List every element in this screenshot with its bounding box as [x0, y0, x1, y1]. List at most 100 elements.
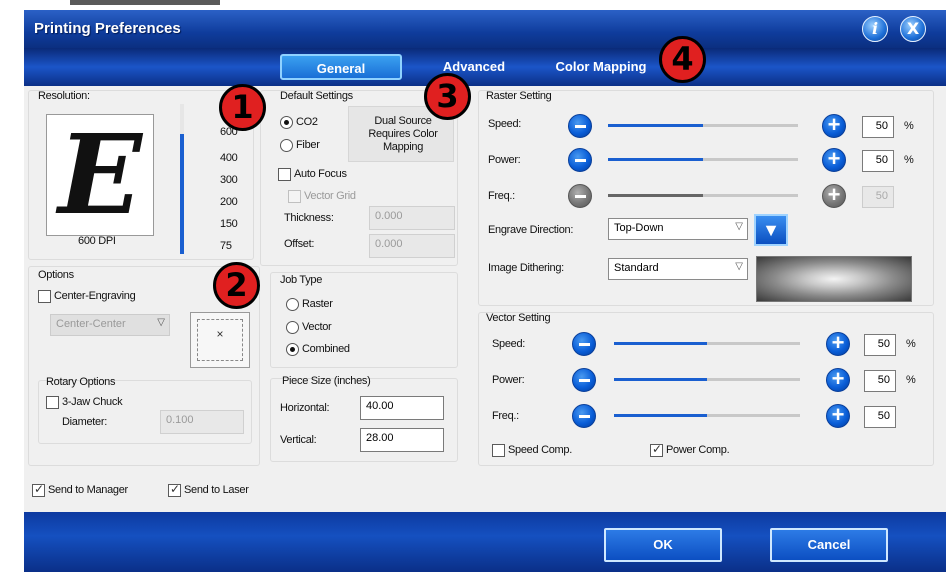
vector-freq-plus-icon[interactable] — [826, 402, 850, 428]
vector-power-plus-icon[interactable] — [826, 366, 850, 392]
piece-size-label: Piece Size (inches) — [282, 375, 371, 387]
diameter-label: Diameter: — [62, 416, 107, 428]
raster-freq-slider[interactable] — [608, 194, 798, 197]
horizontal-input[interactable]: 40.00 — [360, 396, 444, 420]
vector-power-minus-icon[interactable] — [572, 368, 596, 392]
raster-speed-slider[interactable] — [608, 124, 798, 127]
three-jaw-chuck-label: 3-Jaw Chuck — [62, 396, 123, 408]
diameter-input[interactable]: 0.100 — [160, 410, 244, 434]
image-dithering-value: Standard — [614, 262, 659, 274]
three-jaw-chuck-checkbox[interactable] — [46, 396, 59, 409]
close-icon[interactable]: X — [900, 16, 926, 42]
vector-freq-value[interactable]: 50 — [864, 406, 896, 428]
raster-speed-percent: % — [904, 120, 914, 132]
offset-label: Offset: — [284, 238, 315, 250]
resolution-preview: E — [46, 114, 154, 236]
resolution-scale: 600 400 300 200 150 75 — [202, 108, 238, 252]
raster-freq-minus-icon[interactable] — [568, 184, 592, 208]
raster-freq-label: Freq.: — [488, 190, 515, 202]
center-position-select[interactable]: Center-Center ▽ — [50, 314, 170, 336]
image-dithering-select[interactable]: Standard ▽ — [608, 258, 748, 280]
vertical-input[interactable]: 28.00 — [360, 428, 444, 452]
arrow-down-icon[interactable]: ▼ — [754, 214, 788, 246]
printing-preferences-window: Printing Preferences i X General Advance… — [0, 0, 946, 572]
send-to-laser-label: Send to Laser — [184, 484, 249, 496]
vector-setting-label: Vector Setting — [486, 312, 551, 324]
ok-button[interactable]: OK — [604, 528, 722, 562]
scale-150: 150 — [220, 218, 238, 230]
default-settings-label: Default Settings — [280, 90, 353, 102]
engrave-direction-select[interactable]: Top-Down ▽ — [608, 218, 748, 240]
center-engraving-checkbox[interactable] — [38, 290, 51, 303]
auto-focus-checkbox[interactable] — [278, 168, 291, 181]
co2-radio[interactable] — [280, 116, 293, 129]
raster-power-slider[interactable] — [608, 158, 798, 161]
vector-speed-label: Speed: — [492, 338, 526, 350]
raster-power-value[interactable]: 50 — [862, 150, 894, 172]
raster-freq-value[interactable]: 50 — [862, 186, 894, 208]
resolution-slider[interactable] — [180, 104, 184, 254]
vector-freq-slider[interactable] — [614, 414, 800, 417]
vector-power-percent: % — [906, 374, 916, 386]
dpi-label: 600 DPI — [78, 235, 116, 247]
button-bar: OK Cancel — [24, 512, 946, 572]
co2-label: CO2 — [296, 116, 318, 128]
raster-speed-minus-icon[interactable] — [568, 114, 592, 138]
callout-1: 1 — [219, 84, 266, 131]
center-select-value: Center-Center — [56, 318, 126, 330]
callout-3: 3 — [424, 73, 471, 120]
scale-75: 75 — [220, 240, 232, 252]
vector-power-value[interactable]: 50 — [864, 370, 896, 392]
vector-speed-plus-icon[interactable] — [826, 330, 850, 356]
fiber-radio[interactable] — [280, 139, 293, 152]
send-to-laser-checkbox[interactable] — [168, 482, 181, 497]
rotary-options-label: Rotary Options — [46, 376, 116, 388]
engrave-direction-label: Engrave Direction: — [488, 224, 574, 236]
scale-300: 300 — [220, 174, 238, 186]
raster-power-minus-icon[interactable] — [568, 148, 592, 172]
speed-comp-checkbox[interactable] — [492, 444, 505, 457]
fiber-label: Fiber — [296, 139, 320, 151]
raster-speed-plus-icon[interactable] — [822, 112, 846, 138]
vector-speed-slider[interactable] — [614, 342, 800, 345]
vector-freq-minus-icon[interactable] — [572, 404, 596, 428]
dithering-preview — [756, 256, 912, 302]
power-comp-checkbox[interactable] — [650, 442, 663, 457]
raster-freq-plus-icon[interactable] — [822, 182, 846, 208]
vector-speed-minus-icon[interactable] — [572, 332, 596, 356]
vector-grid-label: Vector Grid — [304, 190, 356, 202]
vector-power-slider[interactable] — [614, 378, 800, 381]
raster-power-label: Power: — [488, 154, 521, 166]
scale-200: 200 — [220, 196, 238, 208]
send-to-manager-checkbox[interactable] — [32, 482, 45, 497]
offset-input[interactable]: 0.000 — [369, 234, 455, 258]
raster-radio[interactable] — [286, 298, 299, 311]
horizontal-label: Horizontal: — [280, 402, 330, 414]
chevron-down-icon: ▽ — [735, 261, 743, 272]
tab-color-mapping[interactable]: Color Mapping — [546, 54, 656, 80]
job-type-group — [270, 272, 458, 368]
raster-power-plus-icon[interactable] — [822, 146, 846, 172]
preview-letter: E — [58, 110, 142, 239]
vector-radio[interactable] — [286, 321, 299, 334]
tab-bar: General Advanced Color Mapping — [24, 48, 946, 86]
tab-general[interactable]: General — [280, 54, 402, 80]
vector-speed-value[interactable]: 50 — [864, 334, 896, 356]
speed-comp-label: Speed Comp. — [508, 444, 572, 456]
vector-power-label: Power: — [492, 374, 525, 386]
cancel-button[interactable]: Cancel — [770, 528, 888, 562]
vector-grid-checkbox[interactable] — [288, 190, 301, 203]
auto-focus-label: Auto Focus — [294, 168, 347, 180]
combined-radio[interactable] — [286, 343, 299, 356]
callout-4: 4 — [659, 36, 706, 83]
raster-power-percent: % — [904, 154, 914, 166]
raster-speed-value[interactable]: 50 — [862, 116, 894, 138]
chevron-down-icon: ▽ — [735, 221, 743, 232]
position-grid[interactable]: × — [190, 312, 250, 368]
vector-label: Vector — [302, 321, 332, 333]
help-icon[interactable]: i — [862, 16, 888, 42]
thickness-input[interactable]: 0.000 — [369, 206, 455, 230]
vector-speed-percent: % — [906, 338, 916, 350]
center-marker-icon: × — [216, 327, 224, 341]
vertical-label: Vertical: — [280, 434, 317, 446]
